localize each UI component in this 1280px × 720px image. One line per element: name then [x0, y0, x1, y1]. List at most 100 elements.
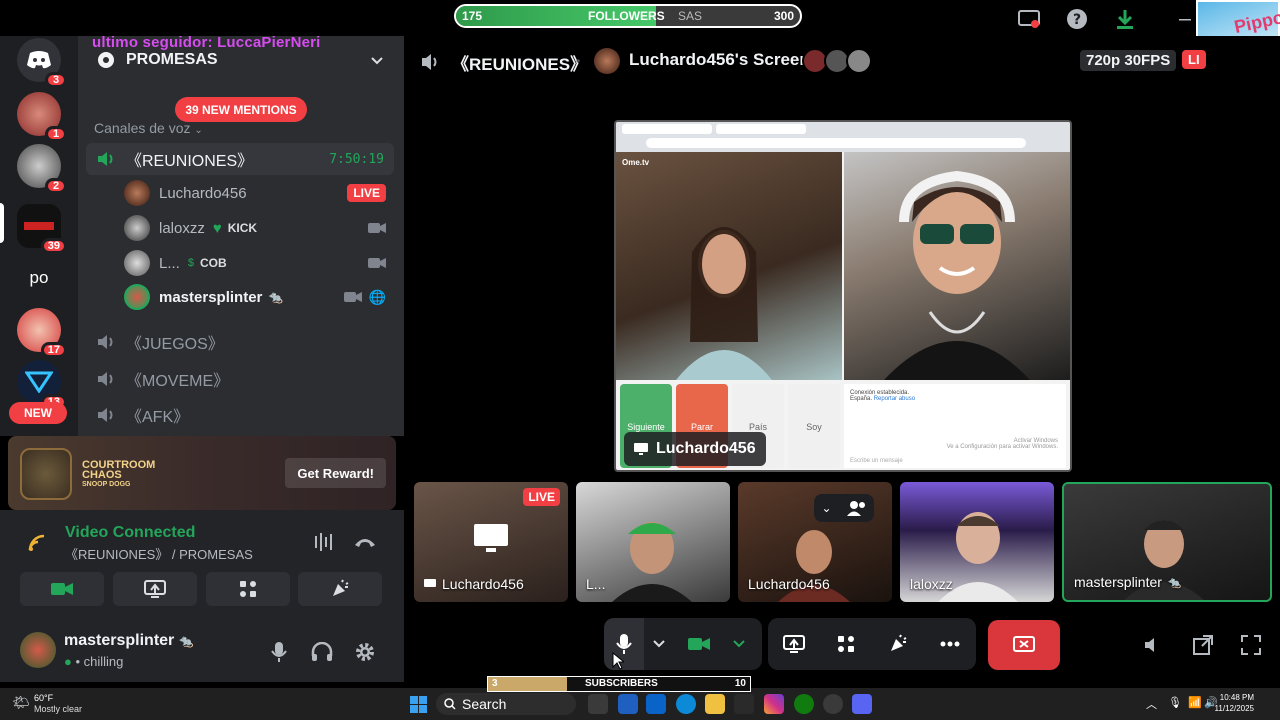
participant-tile-2[interactable]: L... [576, 482, 730, 602]
instagram-icon[interactable] [764, 694, 784, 714]
microphone-options-button[interactable] [644, 618, 674, 670]
shared-screen-view[interactable]: Ome.tv Siguiente Parar País Soy Conexión… [614, 120, 1072, 472]
user-settings-button[interactable] [353, 640, 377, 664]
report-abuse-link[interactable]: Reportar abuso [874, 396, 915, 402]
server-badge-1: 1 [45, 126, 67, 142]
camera-button[interactable] [674, 618, 724, 670]
activity-controls [768, 618, 976, 670]
xbox-icon[interactable] [794, 694, 814, 714]
soundboard-button[interactable] [298, 572, 382, 606]
popout-button[interactable] [1190, 632, 1216, 658]
chevron-up-icon[interactable]: ︿ [1146, 696, 1157, 712]
active-server-pill [0, 203, 4, 243]
server-avatar-4[interactable]: 17 [17, 308, 67, 358]
server-avatar-2[interactable]: 2 [17, 144, 67, 194]
server-avatar-1[interactable]: 1 [17, 92, 67, 142]
weather-description[interactable]: Mostly clear [34, 704, 82, 714]
participant-tile-3[interactable]: ⌄ Luchardo456 [738, 482, 892, 602]
voice-channel-path[interactable]: 《REUNIONES》 / PROMESAS [65, 544, 253, 563]
tile-name: Luchardo456 [748, 576, 830, 592]
file-explorer-icon[interactable] [705, 694, 725, 714]
screen-share-inbox-icon[interactable] [1016, 6, 1042, 32]
new-mentions-button[interactable]: 39 NEW MENTIONS [175, 97, 307, 122]
category-chevron-icon: ⌄ [194, 125, 203, 136]
svg-text:?: ? [1073, 12, 1081, 28]
gender-button[interactable]: Soy [788, 384, 840, 468]
speaker-icon [98, 372, 113, 386]
fullscreen-button[interactable] [1238, 632, 1264, 658]
volume-button[interactable] [1140, 632, 1166, 658]
weather-temperature[interactable]: 60°F [34, 693, 53, 703]
weather-icon[interactable]: 🌤 [12, 694, 30, 711]
edge-icon[interactable] [676, 694, 696, 714]
store-icon[interactable] [734, 694, 754, 714]
deafen-button[interactable] [310, 640, 334, 664]
chat-input[interactable]: Escribe un mensaje [850, 458, 903, 464]
get-reward-button[interactable]: Get Reward! [285, 458, 386, 488]
voice-member-4[interactable]: mastersplinter 🐀 🌐 [124, 282, 394, 312]
participant-tile-1[interactable]: LIVE Luchardo456 [414, 482, 568, 602]
discord-taskbar-icon[interactable] [852, 694, 872, 714]
user-avatar[interactable] [20, 632, 56, 668]
monitor-icon [474, 524, 508, 552]
money-icon: $ [187, 257, 194, 269]
voice-member-3[interactable]: L... $ COB [124, 248, 394, 278]
github-icon[interactable] [823, 694, 843, 714]
last-follower-overlay: ultimo seguidor: LuccaPierNeri [92, 34, 321, 51]
toggle-camera-button[interactable] [20, 572, 104, 606]
outlook-icon[interactable] [646, 694, 666, 714]
wifi-icon[interactable]: 📶 [1188, 696, 1202, 709]
server-avatar-5[interactable]: 13 [17, 360, 67, 410]
taskbar-search[interactable]: Search [436, 693, 576, 715]
app-icon-zoom[interactable] [618, 694, 638, 714]
microphone-icon [271, 642, 287, 662]
activities-button[interactable] [206, 572, 290, 606]
mute-mic-button[interactable] [267, 640, 291, 664]
live-badge: LIVE [523, 488, 560, 506]
tile-name: mastersplinter [1074, 574, 1162, 590]
voice-member-1[interactable]: Luchardo456 LIVE [124, 178, 394, 208]
server-avatar-3[interactable]: 39 [17, 204, 67, 254]
voice-category-header[interactable]: Canales de voz ⌄ [94, 120, 203, 136]
voice-channel-afk[interactable]: 《AFK》 [86, 399, 394, 431]
monitor-icon [424, 579, 436, 587]
separator-dot: • [576, 54, 581, 68]
user-name[interactable]: mastersplinter 🐀 [64, 632, 194, 650]
microphone-button[interactable] [604, 618, 644, 670]
share-screen-button[interactable] [768, 618, 820, 670]
participant-tile-5[interactable]: mastersplinter 🐀 [1062, 482, 1272, 602]
quest-promo-banner[interactable]: COURTROOM CHAOS SNOOP DOGG Get Reward! [8, 436, 396, 510]
avatar [124, 215, 150, 241]
windows-start-icon[interactable] [410, 696, 427, 713]
noise-suppression-icon[interactable] [314, 532, 336, 552]
leave-call-button[interactable] [988, 620, 1060, 670]
connection-signal-icon[interactable] [28, 534, 46, 552]
headphones-icon [311, 642, 333, 661]
taskbar-clock[interactable]: 10:48 PM 11/12/2025 [1215, 692, 1254, 714]
more-options-button[interactable] [924, 618, 976, 670]
new-servers-badge[interactable]: NEW [9, 402, 67, 424]
minimize-icon[interactable] [1172, 6, 1198, 32]
help-icon[interactable]: ? [1064, 6, 1090, 32]
followers-current: 175 [462, 9, 483, 23]
discord-home-icon[interactable]: 3 [17, 38, 67, 88]
voice-channel-juegos[interactable]: 《JUEGOS》 [86, 326, 394, 358]
download-icon[interactable] [1112, 6, 1138, 32]
user-status[interactable]: ● • chilling [64, 654, 123, 669]
category-label: Canales de voz [94, 120, 191, 136]
participant-tile-4[interactable]: laloxzz [900, 482, 1054, 602]
voice-channel-moveme[interactable]: 《MOVEME》 [86, 363, 394, 395]
soundboard-button[interactable] [872, 618, 924, 670]
voice-member-2[interactable]: laloxzz ♥ KICK [124, 213, 394, 243]
voice-channel-name: 《JUEGOS》 [126, 336, 224, 353]
microphone-tray-icon[interactable]: 🎙 [1168, 696, 1182, 709]
task-view-icon[interactable] [588, 694, 608, 714]
voice-stage: 《REUNIONES》 • Luchardo456's Screen 720p … [404, 36, 1280, 688]
camera-options-button[interactable] [724, 618, 754, 670]
voice-channel-reuniones[interactable]: 《REUNIONES》 7:50:19 [86, 143, 394, 175]
server-text-po[interactable]: po [17, 256, 61, 300]
disconnect-icon[interactable] [354, 536, 376, 548]
video-connected-status[interactable]: Video Connected [65, 524, 195, 542]
share-screen-button[interactable] [113, 572, 197, 606]
activities-button[interactable] [820, 618, 872, 670]
